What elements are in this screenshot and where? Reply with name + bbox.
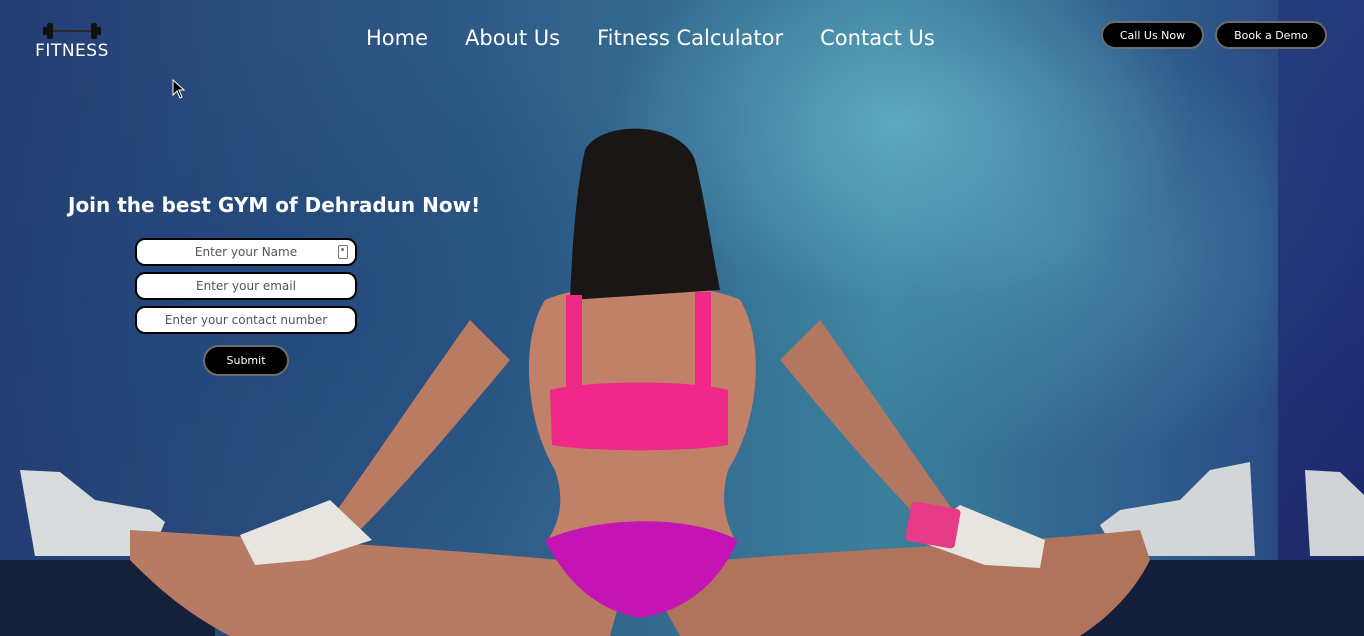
nav-home[interactable]: Home	[366, 26, 428, 50]
page: FITNESS Home About Us Fitness Calculator…	[0, 0, 1364, 636]
call-us-button[interactable]: Call Us Now	[1101, 21, 1204, 49]
nav-contact-us[interactable]: Contact Us	[820, 26, 935, 50]
name-input[interactable]	[137, 240, 355, 264]
contact-card-icon	[338, 245, 348, 259]
submit-button[interactable]: Submit	[203, 345, 289, 376]
logo-text: FITNESS	[35, 41, 109, 61]
main-nav: Home About Us Fitness Calculator Contact…	[366, 26, 935, 50]
mouse-cursor-icon	[172, 79, 186, 99]
contact-number-input[interactable]	[137, 308, 355, 332]
nav-fitness-calculator[interactable]: Fitness Calculator	[597, 26, 783, 50]
email-input[interactable]	[137, 274, 355, 298]
nav-about-us[interactable]: About Us	[465, 26, 560, 50]
logo[interactable]: FITNESS	[30, 22, 114, 61]
name-field	[135, 238, 357, 266]
book-demo-button[interactable]: Book a Demo	[1215, 21, 1327, 49]
contact-field	[135, 306, 357, 334]
barbell-icon	[43, 23, 101, 39]
hero-headline: Join the best GYM of Dehradun Now!	[68, 193, 481, 217]
email-field	[135, 272, 357, 300]
